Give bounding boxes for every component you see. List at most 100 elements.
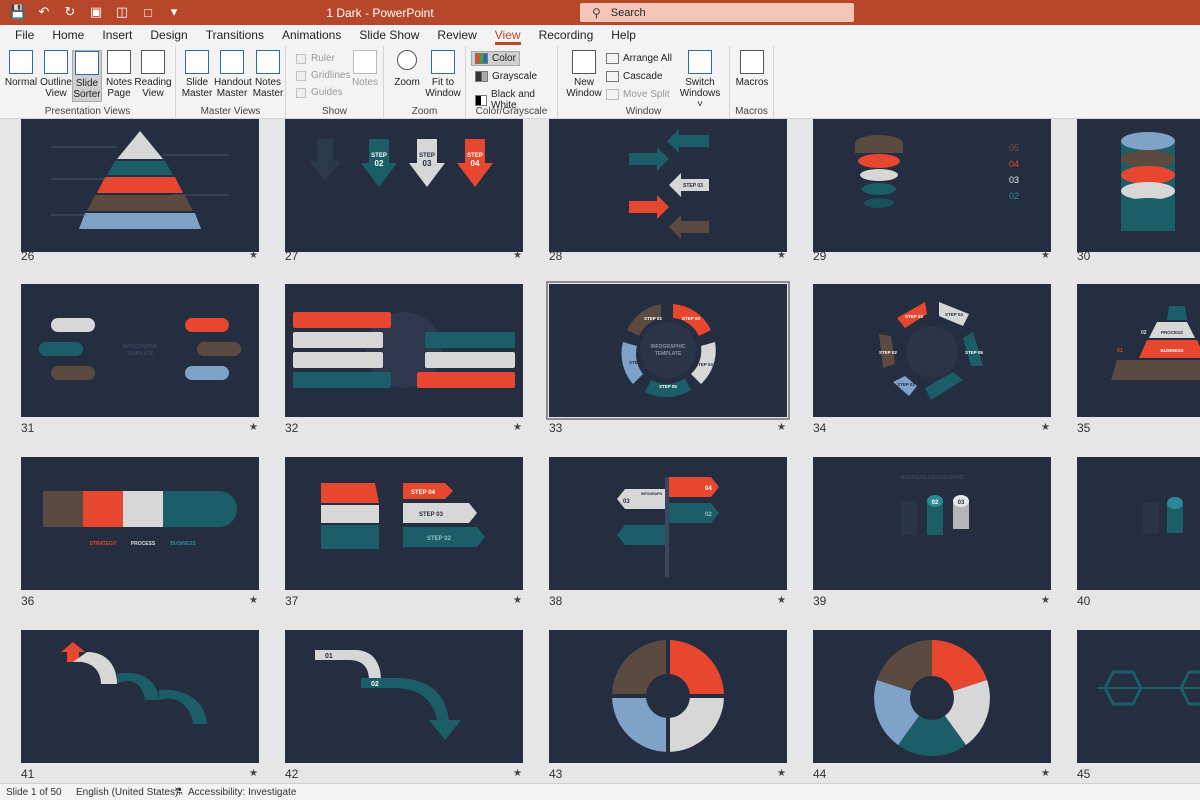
color-swatch-icon [475,53,488,64]
grayscale-label: Grayscale [492,71,538,82]
switch-windows-button[interactable]: Switch Windows ˅ [676,50,724,110]
reading-view-button[interactable]: Reading View [134,50,172,99]
slide-thumbnail-37[interactable]: STEP 04 STEP 03 STEP 02 [285,457,523,590]
transition-star-icon: ★ [777,595,786,606]
tab-design[interactable]: Design [141,25,196,46]
ruler-checkbox[interactable]: Ruler [296,53,335,64]
notes-page-button[interactable]: Notes Page [104,50,134,99]
zoom-button[interactable]: Zoom [390,50,424,88]
arrange-all-button[interactable]: Arrange All [606,53,672,64]
pill-3 [51,366,95,380]
step-02-label: STEP 02 [644,316,662,321]
cascade-button[interactable]: Cascade [606,71,662,82]
ribbon-tabs: File Home Insert Design Transitions Anim… [0,25,1200,46]
color-button[interactable]: Color [471,51,520,66]
slide-thumbnail-40[interactable] [1077,457,1200,590]
outline-view-button[interactable]: Outline View [39,50,73,99]
slide-master-label: Slide [185,77,209,88]
pyramid-layer-5 [79,213,201,229]
business-label: BUSINESS [1160,348,1183,353]
slide-thumbnail-29[interactable]: 05 04 03 02 [813,119,1051,252]
disc-03 [860,169,898,181]
bar-right-3 [417,372,515,388]
tab-insert[interactable]: Insert [93,25,141,46]
gridlines-checkbox[interactable]: Gridlines [296,70,350,81]
normal-view-button[interactable]: Normal [4,50,38,88]
slide-thumbnail-27[interactable]: STEP 02 STEP 03 STEP 04 [285,119,523,252]
ribbon-step-2 [117,673,159,700]
language-indicator[interactable]: English (United States) [76,787,178,798]
slide-26-graphic [51,131,229,229]
tab-file[interactable]: File [6,25,43,46]
slide-thumbnail-43[interactable] [549,630,787,763]
step-01-number: 01 [325,653,333,660]
transition-star-icon: ★ [1041,250,1050,261]
template-label: TEMPLATE [127,351,154,357]
handout-master-label: Handout [214,77,252,88]
tab-home[interactable]: Home [43,25,93,46]
slide-number-30: 30 [1077,249,1091,263]
slide-35-graphic: PROCESS BUSINESS 02 01 [1111,306,1200,380]
guides-checkbox[interactable]: Guides [296,87,343,98]
accessibility-status[interactable]: Accessibility: Investigate [188,787,296,798]
pill-4 [185,318,229,332]
tab-transitions[interactable]: Transitions [197,25,273,46]
slide-thumbnail-36[interactable]: STRATEGY PROCESS BUSINESS [21,457,259,590]
slide-thumbnail-28[interactable]: STEP 03 [549,119,787,252]
slide-sorter-pane[interactable]: 26 ★ STEP 02 STEP 03 STEP 04 27 ★ STEP 0… [0,119,1200,783]
slide-sorter-button[interactable]: Slide Sorter [72,50,102,102]
left-block-1 [321,483,379,503]
arrow-left-brown [669,215,709,239]
grayscale-button[interactable]: Grayscale [475,71,537,82]
tab-animations[interactable]: Animations [273,25,350,46]
step-04-label: STEP 04 [945,312,963,317]
handout-master-label-2: Master [216,88,248,99]
slide-thumbnail-32[interactable] [285,284,523,417]
slide-thumbnail-38[interactable]: 04 03 02 INFOGRAPH [549,457,787,590]
macros-label: Macros [735,77,769,88]
slide-thumbnail-42[interactable]: 01 02 [285,630,523,763]
slide-thumbnail-39[interactable]: BUSINESS INFOGRAPHIC 02 03 [813,457,1051,590]
step-03-label: STEP 03 [683,183,703,189]
slide-thumbnail-45[interactable] [1077,630,1200,763]
color-grayscale-label: Color/Grayscale [475,106,548,117]
reading-label-2: View [142,88,164,99]
group-color-grayscale: Color Grayscale Black and White Color/Gr… [466,46,558,119]
handout-master-button[interactable]: Handout Master [214,50,252,99]
tab-view[interactable]: View [486,25,530,46]
slide-thumbnail-33[interactable]: INFOGRAPHIC TEMPLATE STEP 02 STEP 03 STE… [546,281,790,420]
macros-button[interactable]: Macros [735,50,769,88]
new-window-label-2: Window [566,88,602,99]
tab-review[interactable]: Review [428,25,485,46]
slide-master-button[interactable]: Slide Master [180,50,214,99]
slide-thumbnail-34[interactable]: STEP 03 STEP 04 STEP 05 STEP 01 STEP 02 [813,284,1051,417]
disc-04 [858,154,900,168]
bar-left-2 [293,332,383,348]
slide-thumbnail-41[interactable] [21,630,259,763]
accessibility-icon: ⚗ [174,787,183,798]
slide-number-34: 34 [813,421,827,435]
tab-recording[interactable]: Recording [530,25,603,46]
title-bar: 💾 ↶ ↻ ▣ ◫ □ ▾ 1 Dark - PowerPoint ⚲ Sear… [0,0,1200,25]
notes-master-button[interactable]: Notes Master [252,50,284,99]
transition-star-icon: ★ [777,768,786,779]
search-box[interactable]: ⚲ Search [580,3,854,22]
tab-slide-show[interactable]: Slide Show [350,25,428,46]
fit-to-window-button[interactable]: Fit to Window [424,50,462,99]
slide-thumbnail-30[interactable] [1077,119,1200,252]
tab-help[interactable]: Help [602,25,645,46]
slide-thumbnail-44[interactable] [813,630,1051,763]
pyramid-layer-4 [1111,360,1200,380]
cylinder-01 [901,501,917,535]
slide-thumbnail-31[interactable]: INFOGRAPHIC TEMPLATE [21,284,259,417]
new-window-button[interactable]: New Window [564,50,604,99]
slide-thumbnail-35[interactable]: PROCESS BUSINESS 02 01 [1077,284,1200,417]
slide-master-label-2: Master [181,88,213,99]
notes-button[interactable]: Notes [350,50,380,88]
step-02-label: STEP 02 [427,536,452,542]
ribbon-step-3 [159,689,207,724]
slide-number-32: 32 [285,421,299,435]
ribbon: Normal Outline View Slide Sorter Notes P… [0,46,1200,119]
slide-thumbnail-26[interactable] [21,119,259,252]
move-split-button[interactable]: Move Split [606,89,670,100]
